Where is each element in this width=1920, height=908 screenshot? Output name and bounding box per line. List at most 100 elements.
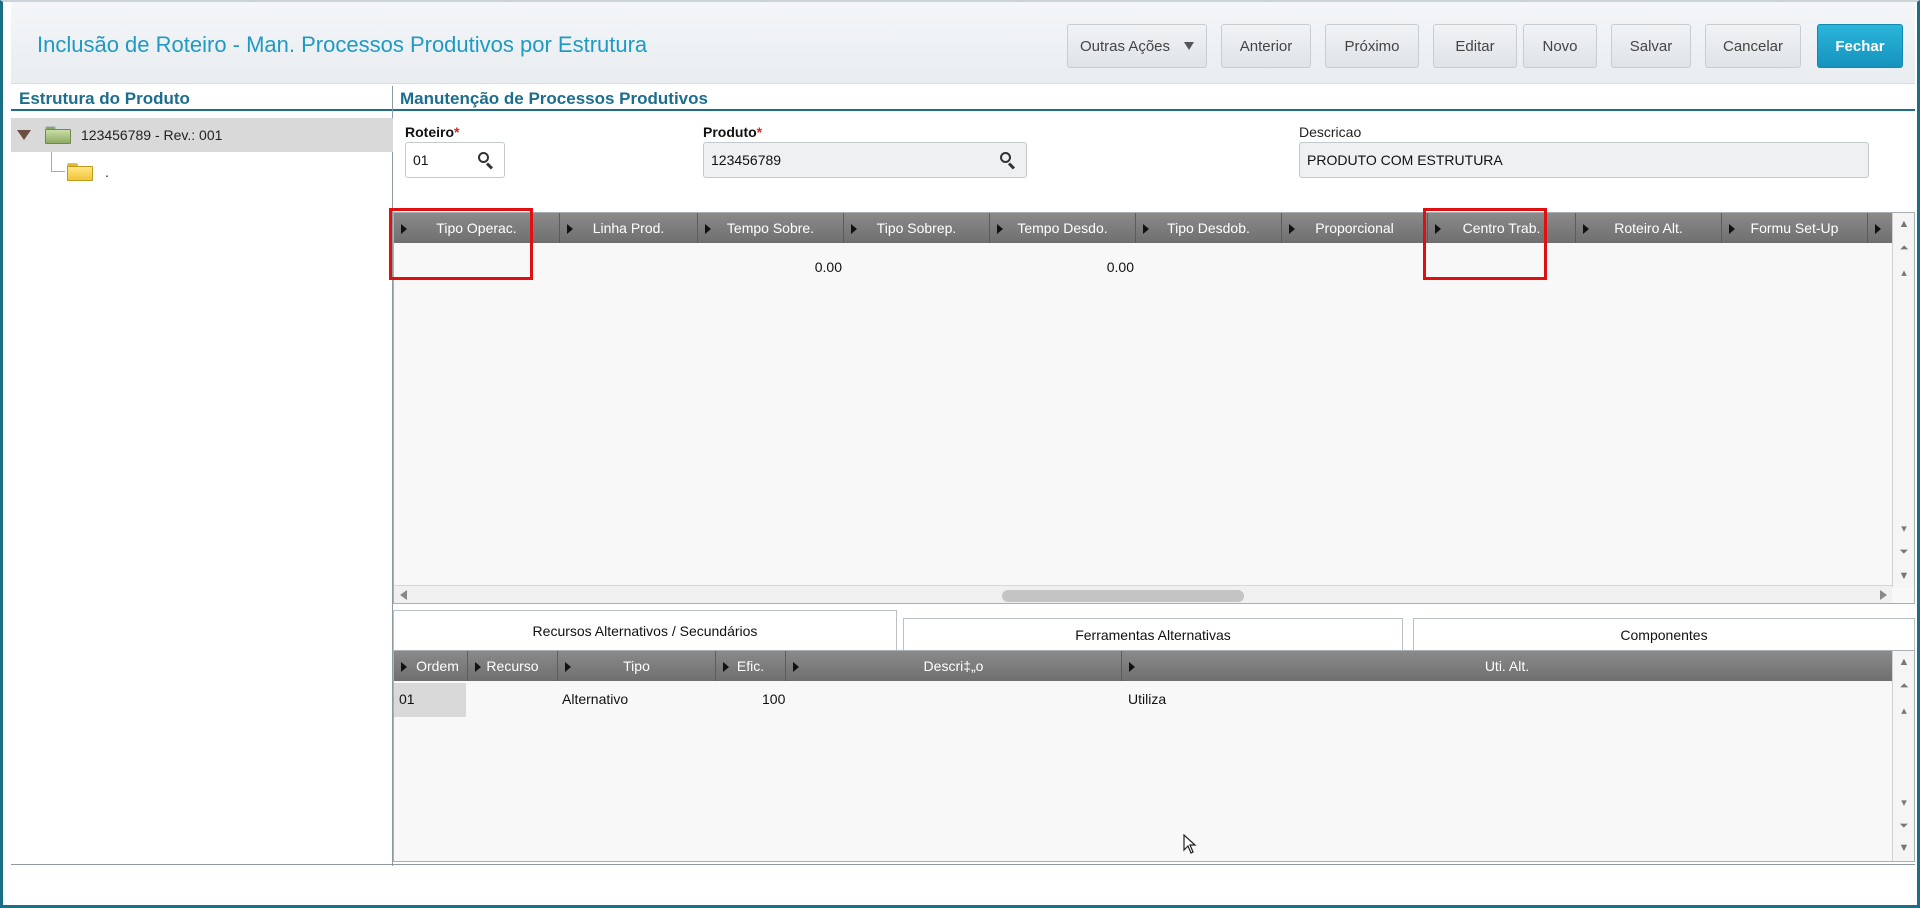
column-header[interactable]: Formu Set-Up: [1722, 213, 1868, 243]
uti-alt-cell[interactable]: Utiliza: [1128, 691, 1166, 707]
scroll-up-icon[interactable]: ▴: [1893, 701, 1914, 719]
chevron-down-icon: [1184, 42, 1195, 50]
process-maintenance-panel: Manutenção de Processos Produtivos Rotei…: [389, 86, 1915, 866]
fechar-button[interactable]: Fechar: [1817, 24, 1903, 68]
search-icon[interactable]: [1000, 152, 1016, 170]
scroll-right-icon[interactable]: [1880, 590, 1887, 600]
proximo-button[interactable]: Próximo: [1325, 24, 1419, 68]
process-maintenance-title: Manutenção de Processos Produtivos: [393, 86, 1915, 111]
column-header[interactable]: Tempo Sobre.: [698, 213, 844, 243]
scroll-page-down-icon[interactable]: ⏷: [1893, 543, 1914, 561]
column-label: Tipo Sobrep.: [876, 220, 957, 236]
roteiro-label-text: Roteiro: [405, 124, 454, 140]
scroll-page-up-icon[interactable]: ⏶: [1893, 677, 1914, 695]
mouse-cursor-icon: [1183, 834, 1197, 854]
tipo-cell[interactable]: Alternativo: [562, 691, 628, 707]
column-marker-icon: [705, 224, 711, 234]
column-header[interactable]: Uti. Alt.: [1122, 651, 1892, 681]
column-label: Ordem: [416, 658, 459, 674]
column-header[interactable]: Tipo Sobrep.: [844, 213, 990, 243]
column-label: Proporcional: [1315, 220, 1394, 236]
tempo-desdo-cell[interactable]: 0.00: [1104, 259, 1134, 275]
column-marker-icon: [1583, 224, 1589, 234]
hscroll-thumb[interactable]: [1002, 590, 1244, 602]
column-header[interactable]: Ordem: [394, 651, 468, 681]
ordem-cell[interactable]: 01: [394, 683, 466, 717]
efic-cell[interactable]: 100: [762, 691, 785, 707]
produto-value: 123456789: [711, 152, 782, 168]
column-label: Roteiro Alt.: [1614, 220, 1683, 236]
column-header[interactable]: Recurso: [468, 651, 558, 681]
scroll-bottom-icon[interactable]: ▼: [1893, 567, 1914, 585]
column-header[interactable]: Proporcional: [1282, 213, 1428, 243]
scroll-top-icon[interactable]: ▲: [1893, 215, 1914, 233]
column-label: Linha Prod.: [592, 220, 665, 236]
scroll-page-down-icon[interactable]: ⏷: [1893, 817, 1914, 835]
column-header[interactable]: Linha Prod.: [560, 213, 698, 243]
recursos-grid-vscroll[interactable]: ▲ ⏶ ▴ ▾ ⏷ ▼: [1892, 651, 1914, 861]
column-label: Recurso: [486, 658, 539, 674]
novo-button[interactable]: Novo: [1523, 24, 1597, 68]
column-label: Tempo Desdo.: [1017, 220, 1108, 236]
scroll-down-icon[interactable]: ▾: [1893, 793, 1914, 811]
search-icon[interactable]: [478, 152, 494, 170]
roteiro-input[interactable]: 01: [405, 142, 505, 178]
recursos-grid: Ordem Recurso Tipo Efic. Descri‡„o Uti. …: [393, 650, 1915, 862]
column-header[interactable]: Tipo: [558, 651, 716, 681]
scroll-bottom-icon[interactable]: ▼: [1893, 839, 1914, 857]
tempo-sobre-cell[interactable]: 0.00: [812, 259, 842, 275]
required-mark: *: [454, 124, 460, 140]
column-header[interactable]: Roteiro Alt.: [1576, 213, 1722, 243]
column-header-overflow[interactable]: [1868, 213, 1892, 243]
app-window: Inclusão de Roteiro - Man. Processos Pro…: [0, 0, 1920, 908]
column-marker-icon: [1875, 224, 1881, 234]
column-label: Tipo Desdob.: [1167, 220, 1250, 236]
descricao-input[interactable]: PRODUTO COM ESTRUTURA: [1299, 142, 1869, 178]
roteiro-label: Roteiro*: [405, 124, 459, 140]
column-marker-icon: [1289, 224, 1295, 234]
tree-node-child[interactable]: .: [67, 160, 109, 184]
scroll-up-icon[interactable]: ▴: [1893, 263, 1914, 281]
column-header[interactable]: Descri‡„o: [786, 651, 1122, 681]
highlight-centro-trab: [1423, 208, 1547, 280]
page-header: Inclusão de Roteiro - Man. Processos Pro…: [11, 2, 1915, 84]
process-grid: Tipo Operac. Linha Prod. Tempo Sobre. Ti…: [393, 212, 1915, 604]
tree-node-child-label: .: [105, 164, 109, 180]
expand-triangle-icon[interactable]: [17, 130, 31, 140]
column-marker-icon: [793, 662, 799, 672]
outras-acoes-label: Outras Ações: [1079, 37, 1171, 55]
highlight-tipo-operac: [389, 208, 533, 280]
scroll-top-icon[interactable]: ▲: [1893, 653, 1914, 671]
scroll-left-icon[interactable]: [400, 590, 407, 600]
tab-recursos-alternativos[interactable]: Recursos Alternativos / Secundários: [393, 610, 897, 650]
scroll-page-up-icon[interactable]: ⏶: [1893, 239, 1914, 257]
column-header[interactable]: Tempo Desdo.: [990, 213, 1136, 243]
roteiro-value: 01: [413, 152, 429, 168]
process-grid-hscroll[interactable]: [394, 585, 1892, 603]
salvar-button[interactable]: Salvar: [1611, 24, 1691, 68]
column-marker-icon: [1129, 662, 1135, 672]
cancelar-button[interactable]: Cancelar: [1705, 24, 1801, 68]
tab-ferramentas-alternativas[interactable]: Ferramentas Alternativas: [903, 618, 1403, 650]
scroll-down-icon[interactable]: ▾: [1893, 519, 1914, 537]
tab-componentes[interactable]: Componentes: [1413, 618, 1915, 650]
column-header[interactable]: Tipo Desdob.: [1136, 213, 1282, 243]
required-mark: *: [756, 124, 763, 140]
editar-button[interactable]: Editar: [1433, 24, 1517, 68]
tree-node-root[interactable]: 123456789 - Rev.: 001: [11, 118, 393, 152]
produto-label-text: Produto: [703, 124, 757, 140]
recursos-grid-header: Ordem Recurso Tipo Efic. Descri‡„o Uti. …: [394, 651, 1892, 681]
process-grid-header: Tipo Operac. Linha Prod. Tempo Sobre. Ti…: [394, 213, 1892, 243]
column-label: Uti. Alt.: [1484, 658, 1530, 674]
anterior-button[interactable]: Anterior: [1221, 24, 1311, 68]
process-grid-vscroll[interactable]: ▲ ⏶ ▴ ▾ ⏷ ▼: [1892, 213, 1914, 587]
produto-label: Produto*: [703, 124, 762, 140]
column-header[interactable]: Efic.: [716, 651, 786, 681]
column-marker-icon: [401, 662, 407, 672]
outras-acoes-button[interactable]: Outras Ações: [1067, 24, 1207, 68]
produto-input[interactable]: 123456789: [703, 142, 1027, 178]
column-marker-icon: [851, 224, 857, 234]
tree-node-root-label: 123456789 - Rev.: 001: [81, 127, 223, 143]
page-title: Inclusão de Roteiro - Man. Processos Pro…: [37, 32, 648, 57]
table-row[interactable]: 01 Alternativo 100 Utiliza: [394, 683, 1892, 717]
